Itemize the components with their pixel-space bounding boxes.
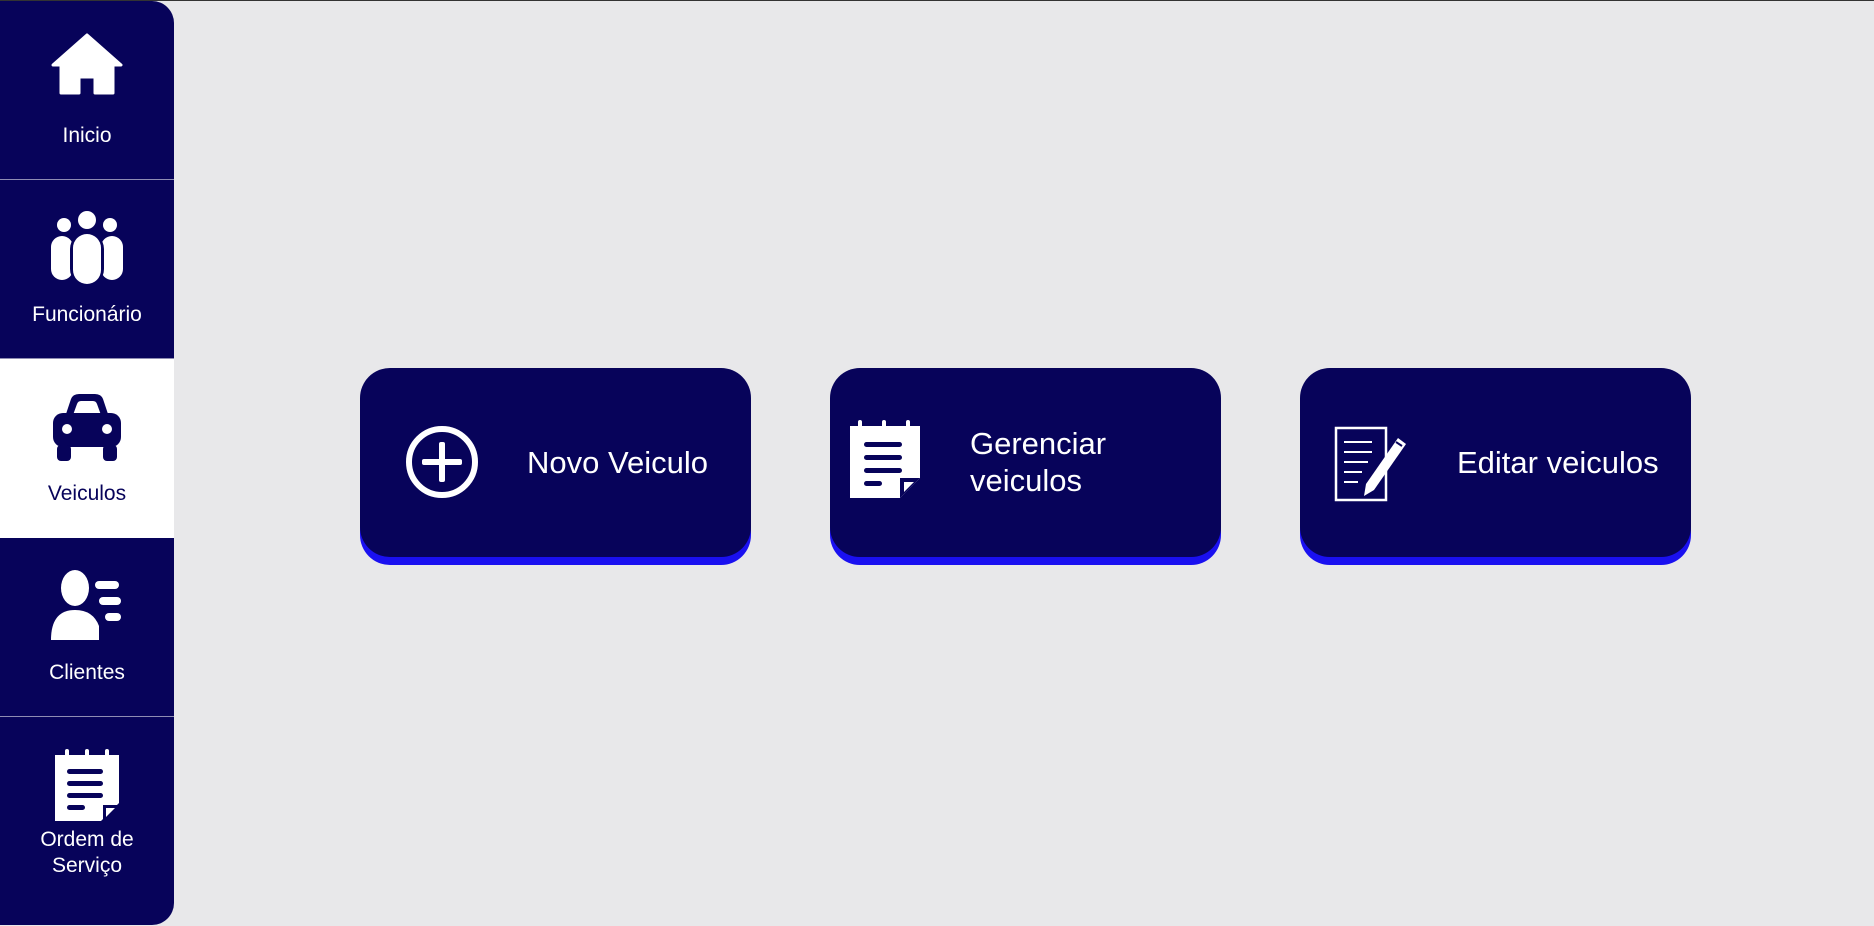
editar-veiculos-button[interactable]: Editar veiculos [1300, 368, 1691, 557]
card-label: Editar veiculos [1457, 445, 1659, 480]
sidebar-item-label: Inicio [62, 124, 112, 147]
notepad-icon [846, 418, 930, 502]
sidebar-item-clientes[interactable]: Clientes [0, 538, 174, 717]
document-pencil-icon [1332, 424, 1416, 508]
sidebar-item-veiculos[interactable]: Veiculos [0, 359, 174, 538]
sidebar-item-ordem-de-servico[interactable]: Ordem de Serviço [0, 717, 174, 925]
sidebar-item-label: Clientes [49, 661, 125, 684]
sidebar-item-funcionario[interactable]: Funcionário [0, 180, 174, 359]
sidebar-item-label: Funcionário [32, 303, 142, 326]
car-icon [49, 389, 125, 465]
client-list-icon [49, 568, 125, 644]
novo-veiculo-button[interactable]: Novo Veiculo [360, 368, 751, 557]
gerenciar-veiculos-button[interactable]: Gerenciar veiculos [830, 368, 1221, 557]
sidebar-item-inicio[interactable]: Inicio [0, 1, 174, 180]
card-label: Gerenciar veiculos [970, 426, 1107, 498]
plus-circle-icon [400, 420, 484, 504]
sidebar-item-label: Ordem de Serviço [40, 828, 134, 877]
card-label: Novo Veiculo [527, 445, 708, 480]
notepad-icon [49, 747, 125, 823]
sidebar: Inicio Funcionário Veiculos Clientes Ord… [0, 1, 174, 925]
home-icon [49, 31, 125, 107]
sidebar-item-label: Veiculos [47, 482, 127, 505]
people-group-icon [49, 210, 125, 286]
window-top-border [0, 0, 1874, 1]
